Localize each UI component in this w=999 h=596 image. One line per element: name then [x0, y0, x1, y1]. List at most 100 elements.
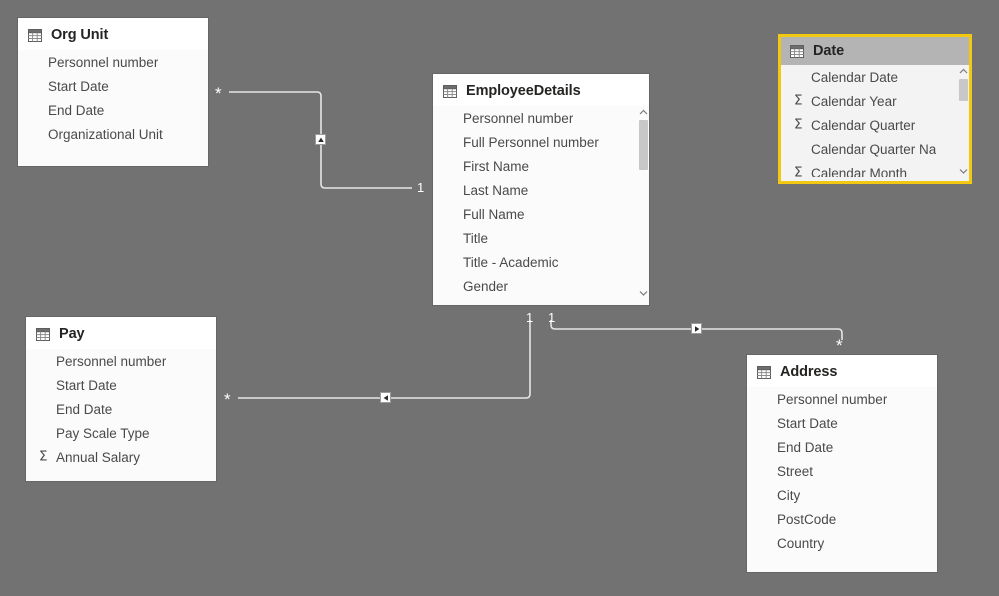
field-label: Gender [463, 278, 509, 294]
scroll-down-icon[interactable] [958, 165, 969, 177]
field-row[interactable]: Start Date [26, 373, 216, 397]
cross-filter-arrow-icon[interactable] [380, 392, 391, 403]
field-list-date[interactable]: Calendar Date Σ Calendar Year Σ Calendar Qua… [781, 65, 969, 177]
table-title: Org Unit [51, 27, 109, 43]
field-list-employee-details[interactable]: Personnel number Full Personnel number Fir… [433, 106, 649, 299]
cardinality-label: * [215, 84, 222, 103]
field-row[interactable]: Start Date [18, 74, 208, 98]
field-row[interactable]: Personnel number [18, 50, 208, 74]
field-list-org-unit[interactable]: Personnel number Start Date End Date Organi… [18, 50, 208, 160]
field-row[interactable]: PostCode [747, 507, 937, 531]
cardinality-label: * [836, 336, 843, 355]
field-label: Start Date [56, 377, 117, 393]
table-header-pay[interactable]: Pay [26, 317, 216, 349]
vertical-scrollbar-date[interactable] [958, 65, 969, 177]
cardinality-label: 1 [417, 180, 425, 195]
table-card-employee-details[interactable]: EmployeeDetails Personnel number Full Pers… [433, 74, 649, 305]
table-grid-icon [443, 84, 457, 98]
sigma-measure-icon: Σ [794, 92, 803, 109]
field-label: Calendar Date [811, 69, 899, 85]
relationship-line-pay-employeedetails[interactable] [238, 320, 531, 399]
field-label: Calendar Month [811, 165, 908, 178]
field-label: Personnel number [56, 353, 167, 369]
table-grid-icon [790, 44, 804, 58]
field-row[interactable]: Pay Scale Type [26, 421, 216, 445]
field-row[interactable]: Calendar Quarter Na [781, 137, 969, 161]
scroll-up-icon[interactable] [958, 65, 969, 77]
field-row[interactable]: Gender [433, 274, 649, 298]
field-label: Country [777, 535, 825, 551]
table-header-employee-details[interactable]: EmployeeDetails [433, 74, 649, 106]
field-row[interactable]: City [747, 483, 937, 507]
field-label: Personnel number [777, 391, 888, 407]
field-row[interactable]: Title [433, 226, 649, 250]
field-row[interactable]: Personnel number [26, 349, 216, 373]
field-label: Full Personnel number [463, 134, 599, 150]
cross-filter-arrow-icon[interactable] [691, 323, 702, 334]
field-row[interactable]: Personnel number [433, 106, 649, 130]
field-label: End Date [777, 439, 834, 455]
scroll-down-icon[interactable] [638, 287, 649, 299]
vertical-scrollbar-employee-details[interactable] [638, 106, 649, 299]
field-label: Start Date [777, 415, 838, 431]
field-label: City [777, 487, 801, 503]
field-list-address[interactable]: Personnel number Start Date End Date Street… [747, 387, 937, 566]
field-row[interactable]: Σ Annual Salary [26, 445, 216, 469]
scrollbar-track[interactable] [958, 77, 969, 165]
cardinality-label: * [224, 390, 231, 409]
scroll-up-icon[interactable] [638, 106, 649, 118]
scrollbar-track[interactable] [638, 118, 649, 287]
scrollbar-thumb[interactable] [639, 120, 648, 170]
cross-filter-arrow-icon[interactable] [315, 134, 326, 145]
field-label: Full Name [463, 206, 525, 222]
table-title: Address [780, 364, 838, 380]
field-row[interactable]: End Date [26, 397, 216, 421]
field-row[interactable]: Personnel number [747, 387, 937, 411]
sigma-measure-icon: Σ [39, 448, 48, 465]
field-row[interactable]: Σ Calendar Month [781, 161, 969, 178]
field-row[interactable]: Calendar Date [781, 65, 969, 89]
table-grid-icon [36, 327, 50, 341]
field-row[interactable]: Street [747, 459, 937, 483]
table-card-pay[interactable]: Pay Personnel number Start Date End Date Pay… [26, 317, 216, 481]
field-row[interactable]: First Name [433, 154, 649, 178]
field-row[interactable]: Organizational Unit [18, 122, 208, 146]
field-row[interactable]: Full Name [433, 202, 649, 226]
scrollbar-thumb[interactable] [959, 79, 968, 101]
field-row[interactable]: Σ Calendar Year [781, 89, 969, 113]
field-list-pay[interactable]: Personnel number Start Date End Date Pay Sc… [26, 349, 216, 475]
field-row[interactable]: Last Name [433, 178, 649, 202]
table-grid-icon [28, 28, 42, 42]
field-label: Personnel number [48, 54, 159, 70]
table-card-org-unit[interactable]: Org Unit Personnel number Start Date End Da… [18, 18, 208, 166]
table-title: Date [813, 43, 845, 59]
table-header-org-unit[interactable]: Org Unit [18, 18, 208, 50]
table-header-address[interactable]: Address [747, 355, 937, 387]
field-row[interactable]: Start Date [747, 411, 937, 435]
field-label: Calendar Year [811, 93, 897, 109]
field-label: Organizational Unit [48, 126, 163, 142]
field-label: PostCode [777, 511, 837, 527]
model-diagram-canvas[interactable]: * 1 * 1 1 * Org Unit Personnel number Start Dat… [0, 0, 999, 596]
field-row[interactable]: End Date [747, 435, 937, 459]
field-label: Calendar Quarter [811, 117, 916, 133]
table-header-date[interactable]: Date [781, 37, 969, 65]
field-row[interactable]: Full Personnel number [433, 130, 649, 154]
field-label: End Date [48, 102, 105, 118]
field-label: Title - Academic [463, 254, 559, 270]
field-row[interactable]: Title - Academic [433, 250, 649, 274]
field-row[interactable]: Country [747, 531, 937, 555]
field-row[interactable]: Σ Calendar Quarter [781, 113, 969, 137]
field-label: Calendar Quarter Na [811, 141, 937, 157]
field-label: Annual Salary [56, 449, 141, 465]
field-label: Last Name [463, 182, 529, 198]
field-label: Start Date [48, 78, 109, 94]
field-row[interactable]: End Date [18, 98, 208, 122]
table-title: EmployeeDetails [466, 83, 581, 99]
table-grid-icon [757, 365, 771, 379]
table-card-address[interactable]: Address Personnel number Start Date End Dat… [747, 355, 937, 572]
table-title: Pay [59, 326, 85, 342]
cardinality-label: 1 [548, 310, 556, 325]
field-label: Street [777, 463, 814, 479]
table-card-date[interactable]: Date Calendar Date Σ Calendar Year Σ Calendar… [778, 34, 972, 184]
